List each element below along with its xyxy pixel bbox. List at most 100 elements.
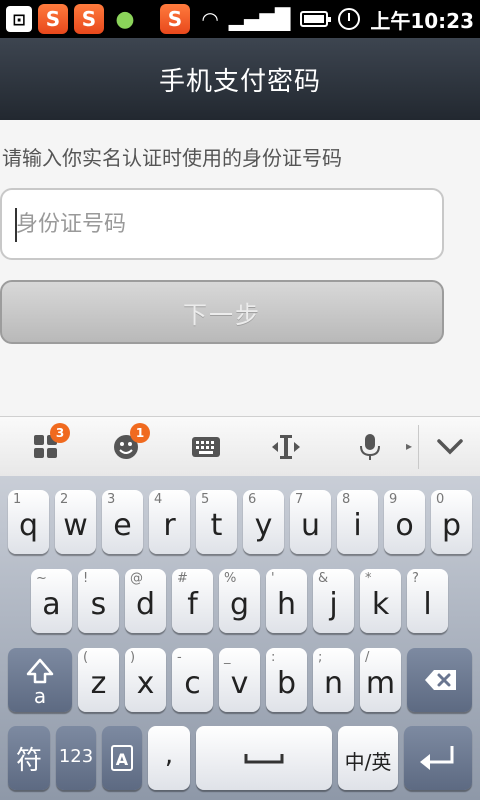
gallery-notification-icon: ⊡ <box>6 6 32 32</box>
key-x[interactable]: ) x <box>125 648 166 712</box>
key-g[interactable]: % g <box>219 569 260 633</box>
key-char: q <box>18 508 39 543</box>
svg-text:A: A <box>116 750 129 769</box>
key-o[interactable]: 9o <box>384 490 425 554</box>
key-hint: 7 <box>295 492 304 507</box>
key-hint: ! <box>83 571 89 586</box>
comma-key[interactable]: , <box>148 726 190 790</box>
key-k[interactable]: * k <box>360 569 401 633</box>
key-hint: 1 <box>13 492 22 507</box>
key-m[interactable]: / m <box>360 648 401 712</box>
key-char: z <box>90 666 107 701</box>
key-char: u <box>300 508 320 543</box>
key-n[interactable]: ; n <box>313 648 354 712</box>
more-arrow-icon: ▸ <box>406 439 413 453</box>
battery-icon <box>300 11 332 27</box>
key-hint: 8 <box>342 492 351 507</box>
symbol-key[interactable]: 符 <box>8 726 50 790</box>
key-hint: % <box>224 571 237 586</box>
key-hint: & <box>318 571 329 586</box>
alarm-clock-icon <box>338 8 361 30</box>
sogou-ime-notification-icon: S <box>160 4 190 34</box>
key-char: g <box>229 587 250 622</box>
page-title: 手机支付密码 <box>158 66 321 97</box>
key-j[interactable]: & j <box>313 569 354 633</box>
key-d[interactable]: @ d <box>125 569 166 633</box>
key-w[interactable]: 2w <box>55 490 96 554</box>
id-number-input[interactable] <box>0 188 444 260</box>
enter-key[interactable] <box>404 726 472 790</box>
english-mode-icon: A <box>111 745 133 771</box>
key-t[interactable]: 5t <box>196 490 237 554</box>
emoji-badge: 1 <box>130 423 150 443</box>
key-char: n <box>323 666 343 701</box>
language-switch-label: 中/英 <box>344 750 392 774</box>
key-i[interactable]: 8i <box>337 490 378 554</box>
key-hint: ' <box>271 571 275 586</box>
number-key[interactable]: 123 <box>56 726 96 790</box>
key-h[interactable]: ' h <box>266 569 307 633</box>
key-b[interactable]: :b <box>266 648 307 712</box>
ime-emoji-button[interactable]: 1 <box>106 423 150 467</box>
status-time: 上午10:23 <box>370 8 474 33</box>
key-s[interactable]: ! s <box>78 569 119 633</box>
key-r[interactable]: 4r <box>149 490 190 554</box>
microphone-icon <box>360 434 380 460</box>
key-char: b <box>276 666 297 701</box>
key-v[interactable]: _ v <box>219 648 260 712</box>
language-switch-key[interactable]: 中/英 <box>338 726 398 790</box>
key-hint: @ <box>130 571 143 586</box>
cursor-move-icon <box>272 435 300 459</box>
key-hint: ( <box>83 650 89 665</box>
key-hint: ~ <box>36 571 47 586</box>
space-icon <box>244 754 284 764</box>
space-key[interactable] <box>196 726 332 790</box>
key-hint: ) <box>130 650 136 665</box>
key-char: t <box>210 508 223 543</box>
ime-cursor-move-button[interactable] <box>266 427 306 467</box>
key-char: h <box>276 587 296 622</box>
key-c[interactable]: -c <box>172 648 213 712</box>
ime-hide-keyboard-button[interactable] <box>430 427 470 467</box>
shift-key[interactable]: a <box>8 648 72 712</box>
key-hint: _ <box>224 650 231 665</box>
backspace-key[interactable] <box>407 648 472 712</box>
key-char: x <box>136 666 155 701</box>
chevron-down-icon <box>437 439 463 455</box>
key-char: f <box>187 587 198 622</box>
ime-apps-button[interactable]: 3 <box>26 423 70 467</box>
key-e[interactable]: 3e <box>102 490 143 554</box>
keyboard-icon <box>192 437 220 457</box>
key-char: d <box>135 587 156 622</box>
key-char: m <box>365 666 396 701</box>
comma-key-label: , <box>164 740 174 770</box>
key-hint: # <box>177 571 188 586</box>
key-z[interactable]: (z <box>78 648 119 712</box>
ime-keyboard-switch-button[interactable] <box>186 427 226 467</box>
key-char: p <box>441 508 462 543</box>
key-p[interactable]: 0p <box>431 490 472 554</box>
english-mode-key[interactable]: A <box>102 726 142 790</box>
key-hint: ? <box>412 571 419 586</box>
number-key-label: 123 <box>58 746 94 767</box>
key-hint: 2 <box>60 492 69 507</box>
key-u[interactable]: 7u <box>290 490 331 554</box>
key-f[interactable]: # f <box>172 569 213 633</box>
key-hint: ; <box>318 650 323 665</box>
key-hint: - <box>177 650 182 665</box>
sogou-alert-notification-icon: S <box>74 4 104 34</box>
form-area: 请输入你实名认证时使用的身份证号码 下一步 <box>0 120 480 416</box>
next-step-button[interactable]: 下一步 <box>0 280 444 344</box>
key-char: w <box>63 508 88 543</box>
key-char: l <box>423 587 432 622</box>
status-bar: ⊡ S S ● S ◠ ▂▄▆█ 上午10:23 <box>0 0 480 38</box>
key-hint: : <box>271 650 276 665</box>
key-q[interactable]: 1q <box>8 490 49 554</box>
key-hint: 0 <box>436 492 445 507</box>
key-a[interactable]: ~ a <box>31 569 72 633</box>
key-char: i <box>353 508 362 543</box>
ime-voice-button[interactable] <box>350 427 390 467</box>
key-y[interactable]: 6y <box>243 490 284 554</box>
key-hint: 3 <box>107 492 116 507</box>
key-l[interactable]: ? l <box>407 569 448 633</box>
